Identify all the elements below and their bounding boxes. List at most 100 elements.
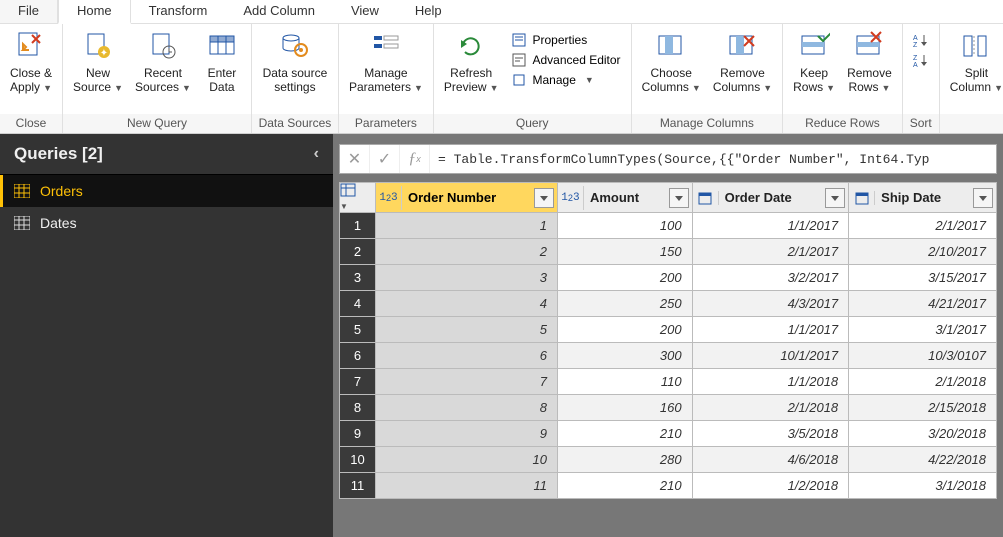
cell[interactable]: 280	[557, 447, 692, 473]
menu-home[interactable]: Home	[58, 0, 131, 24]
cell[interactable]: 200	[557, 265, 692, 291]
column-header-amount[interactable]: 123Amount	[557, 183, 692, 213]
formula-cancel-button[interactable]: ✕	[340, 145, 370, 173]
formula-commit-button[interactable]: ✓	[370, 145, 400, 173]
filter-dropdown-icon[interactable]	[534, 188, 554, 208]
cell[interactable]: 3/2/2017	[692, 265, 849, 291]
row-number[interactable]: 1	[340, 213, 376, 239]
sort-asc-button[interactable]: AZ	[911, 30, 931, 50]
cell[interactable]: 3/20/2018	[849, 421, 997, 447]
remove-columns-button[interactable]: RemoveColumns▼	[707, 26, 778, 95]
cell[interactable]: 1/2/2018	[692, 473, 849, 499]
menu-view[interactable]: View	[333, 0, 397, 23]
cell[interactable]: 10/1/2017	[692, 343, 849, 369]
cell[interactable]: 8	[376, 395, 558, 421]
cell[interactable]: 3	[376, 265, 558, 291]
filter-dropdown-icon[interactable]	[973, 188, 993, 208]
refresh-preview-button[interactable]: RefreshPreview▼	[438, 26, 505, 95]
row-number[interactable]: 11	[340, 473, 376, 499]
cell[interactable]: 4/21/2017	[849, 291, 997, 317]
cell[interactable]: 1/1/2018	[692, 369, 849, 395]
query-item-dates[interactable]: Dates	[0, 207, 333, 239]
collapse-queries-icon[interactable]: ‹	[314, 145, 319, 163]
cell[interactable]: 210	[557, 473, 692, 499]
cell[interactable]: 4/22/2018	[849, 447, 997, 473]
manage-parameters-button[interactable]: ManageParameters▼	[343, 26, 429, 95]
split-column-button[interactable]: SplitColumn▼	[944, 26, 1003, 95]
row-number[interactable]: 4	[340, 291, 376, 317]
cell[interactable]: 4/6/2018	[692, 447, 849, 473]
cell[interactable]: 4	[376, 291, 558, 317]
cell[interactable]: 5	[376, 317, 558, 343]
row-number[interactable]: 2	[340, 239, 376, 265]
cell[interactable]: 3/5/2018	[692, 421, 849, 447]
cell[interactable]: 11	[376, 473, 558, 499]
cell[interactable]: 2/1/2017	[692, 239, 849, 265]
recent-sources-button[interactable]: RecentSources▼	[129, 26, 197, 95]
cell[interactable]: 4/3/2017	[692, 291, 849, 317]
svg-text:A: A	[913, 35, 918, 42]
row-number[interactable]: 8	[340, 395, 376, 421]
row-number[interactable]: 7	[340, 369, 376, 395]
menu-file[interactable]: File	[0, 0, 58, 23]
cell[interactable]: 100	[557, 213, 692, 239]
row-number[interactable]: 6	[340, 343, 376, 369]
cell[interactable]: 300	[557, 343, 692, 369]
cell[interactable]: 160	[557, 395, 692, 421]
cell[interactable]: 1/1/2017	[692, 317, 849, 343]
cell[interactable]: 110	[557, 369, 692, 395]
formula-fx-button[interactable]: ƒx	[400, 145, 430, 173]
cell[interactable]: 3/1/2017	[849, 317, 997, 343]
cell[interactable]: 2/1/2017	[849, 213, 997, 239]
cell[interactable]: 7	[376, 369, 558, 395]
row-number[interactable]: 3	[340, 265, 376, 291]
cell[interactable]: 2/1/2018	[692, 395, 849, 421]
cell[interactable]: 2	[376, 239, 558, 265]
column-header-order-number[interactable]: 123Order Number	[376, 183, 558, 213]
row-number[interactable]: 10	[340, 447, 376, 473]
filter-dropdown-icon[interactable]	[669, 188, 689, 208]
close-apply-button[interactable]: Close &Apply▼	[4, 26, 58, 95]
cell[interactable]: 2/15/2018	[849, 395, 997, 421]
filter-dropdown-icon[interactable]	[825, 188, 845, 208]
cell[interactable]: 2/10/2017	[849, 239, 997, 265]
remove-rows-button[interactable]: RemoveRows▼	[841, 26, 898, 95]
formula-input[interactable]	[430, 152, 996, 167]
cell[interactable]: 1/1/2017	[692, 213, 849, 239]
cell[interactable]: 200	[557, 317, 692, 343]
cell[interactable]: 250	[557, 291, 692, 317]
cell[interactable]: 10	[376, 447, 558, 473]
cell[interactable]: 150	[557, 239, 692, 265]
sort-asc-icon: AZ	[913, 32, 929, 48]
menu-transform[interactable]: Transform	[131, 0, 226, 23]
enter-data-button[interactable]: EnterData	[197, 26, 247, 95]
column-header-order-date[interactable]: Order Date	[692, 183, 849, 213]
column-name: Ship Date	[875, 190, 973, 205]
menu-help[interactable]: Help	[397, 0, 460, 23]
cell[interactable]: 9	[376, 421, 558, 447]
keep-rows-button[interactable]: KeepRows▼	[787, 26, 841, 95]
new-source-button[interactable]: ✦ NewSource▼	[67, 26, 129, 95]
row-number[interactable]: 9	[340, 421, 376, 447]
cell[interactable]: 1	[376, 213, 558, 239]
column-header-ship-date[interactable]: Ship Date	[849, 183, 997, 213]
sort-desc-button[interactable]: ZA	[911, 50, 931, 70]
row-number[interactable]: 5	[340, 317, 376, 343]
manage-button[interactable]: Manage▼	[505, 70, 627, 90]
query-item-orders[interactable]: Orders	[0, 175, 333, 207]
ribbon-group-label-ds: Data Sources	[252, 114, 338, 133]
cell[interactable]: 3/15/2017	[849, 265, 997, 291]
cell[interactable]: 210	[557, 421, 692, 447]
grid-corner[interactable]: ▼	[340, 183, 376, 213]
menu-add-column[interactable]: Add Column	[225, 0, 333, 23]
cell[interactable]: 6	[376, 343, 558, 369]
date-type-icon	[693, 191, 719, 205]
date-type-icon	[849, 191, 875, 205]
data-source-settings-button[interactable]: Data sourcesettings	[256, 26, 334, 95]
properties-button[interactable]: Properties	[505, 30, 627, 50]
cell[interactable]: 10/3/0107	[849, 343, 997, 369]
cell[interactable]: 3/1/2018	[849, 473, 997, 499]
advanced-editor-button[interactable]: Advanced Editor	[505, 50, 627, 70]
choose-columns-button[interactable]: ChooseColumns▼	[636, 26, 707, 95]
cell[interactable]: 2/1/2018	[849, 369, 997, 395]
